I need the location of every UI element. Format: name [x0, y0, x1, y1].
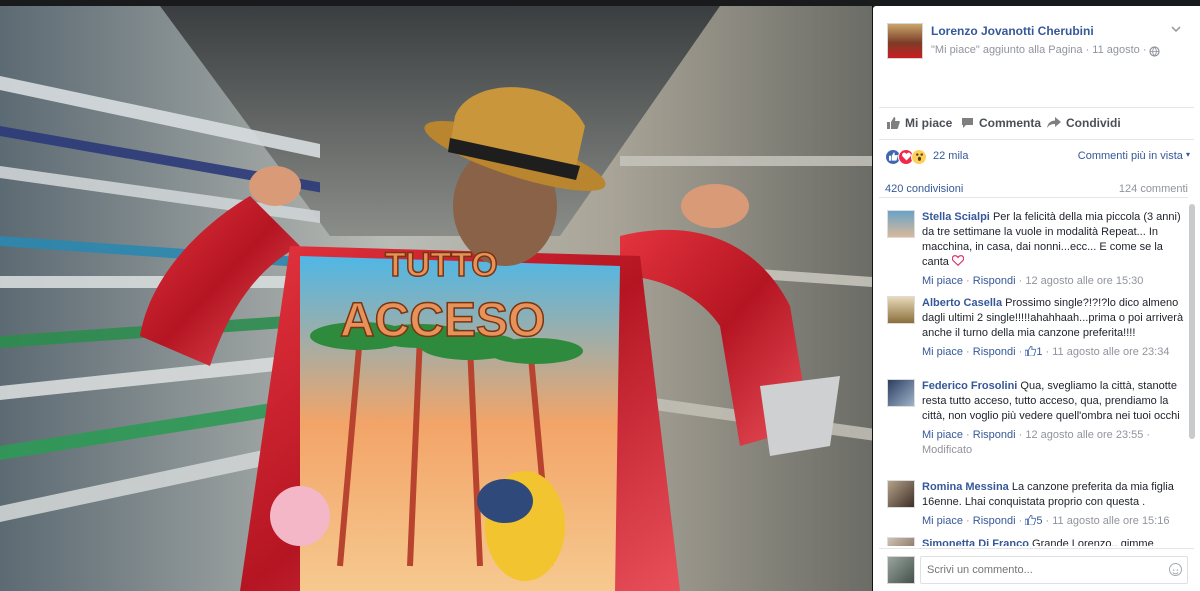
comment-bubble-icon [961, 117, 974, 129]
avatar[interactable] [887, 210, 915, 238]
comment-timestamp[interactable]: 11 agosto alle ore 15:16 [1052, 515, 1169, 527]
photo-viewer: TUTTO ACCESO Lorenzo Jovanotti Cherubini… [0, 0, 1200, 591]
comment-timestamp[interactable]: 11 agosto alle ore 23:34 [1052, 346, 1169, 358]
post-photo[interactable]: TUTTO ACCESO [0, 6, 872, 591]
comment-author[interactable]: Alberto Casella [922, 297, 1002, 309]
jacket-text-top: TUTTO [385, 246, 498, 284]
comment-likes-count: 1 [1036, 346, 1043, 358]
comment-timestamp[interactable]: 12 agosto alle ore 15:30 [1025, 275, 1143, 287]
caret-down-icon: ▾ [1185, 150, 1190, 159]
chevron-down-icon[interactable] [1171, 24, 1181, 36]
comment-edited-label[interactable]: Modificato [922, 443, 1184, 458]
avatar[interactable] [887, 296, 915, 324]
share-label: Condividi [1066, 116, 1121, 130]
comment-likes-count: 5 [1036, 515, 1043, 527]
comment-meta: Mi piace · Rispondi · 1 · 11 agosto alle… [922, 345, 1170, 358]
reactions-count[interactable]: 22 mila [933, 150, 968, 162]
photo-illustration: TUTTO ACCESO [0, 6, 872, 591]
reaction-icons[interactable] [885, 149, 927, 165]
emoji-icon[interactable] [1169, 563, 1182, 576]
page-avatar[interactable] [887, 23, 923, 59]
thumbs-up-icon [887, 117, 900, 129]
post-subtitle: "Mi piace" aggiunto alla Pagina · 11 ago… [931, 44, 1147, 56]
page-name-link[interactable]: Lorenzo Jovanotti Cherubini [931, 24, 1094, 38]
share-arrow-icon [1047, 117, 1061, 129]
like-button[interactable]: Mi piace [887, 116, 952, 130]
comment-author[interactable]: Simonetta Di Franco [922, 538, 1029, 546]
comment-timestamp[interactable]: 12 agosto alle ore 23:55 · [1025, 429, 1150, 441]
comment-likes[interactable]: 5 [1025, 514, 1043, 527]
comment-author[interactable]: Romina Messina [922, 481, 1009, 493]
comment-meta: Mi piace · Rispondi · 12 agosto alle ore… [922, 428, 1184, 458]
comment-text: Grande Lorenzo.. gimme [1032, 538, 1154, 546]
comment-meta: Mi piace · Rispondi · 12 agosto alle ore… [922, 275, 1144, 287]
post-counts: 420 condivisioni 124 commenti [879, 176, 1188, 198]
reactions-row: 22 mila Commenti più in vista ▾ [879, 140, 1194, 174]
post-actions: Mi piace Commenta Condividi [879, 108, 1194, 140]
wow-reaction-icon [911, 149, 927, 165]
comment-like-link[interactable]: Mi piace [922, 429, 963, 441]
thumbs-up-icon [1025, 514, 1037, 526]
share-button[interactable]: Condividi [1047, 116, 1121, 130]
shares-count-link[interactable]: 420 condivisioni [885, 183, 963, 195]
avatar[interactable] [887, 379, 915, 407]
jacket-text-bottom: ACCESO [340, 294, 545, 347]
like-label: Mi piace [905, 116, 953, 130]
heart-icon [951, 255, 965, 268]
comment-button[interactable]: Commenta [961, 116, 1041, 130]
comments-scrollbar[interactable] [1189, 204, 1195, 439]
post-sidebar: Lorenzo Jovanotti Cherubini "Mi piace" a… [873, 6, 1200, 591]
comment-likes[interactable]: 1 [1025, 345, 1043, 358]
comment-label: Commenta [979, 116, 1042, 130]
comment-meta: Mi piace · Rispondi · 5 · 11 agosto alle… [922, 514, 1170, 527]
sort-label: Commenti più in vista [1077, 150, 1183, 162]
comment-reply-link[interactable]: Rispondi [973, 515, 1016, 527]
comment-like-link[interactable]: Mi piace [922, 275, 963, 287]
comments-count: 124 commenti [1118, 183, 1188, 195]
avatar[interactable] [887, 480, 915, 508]
comment-author[interactable]: Federico Frosolini [922, 380, 1017, 392]
globe-icon[interactable] [1149, 46, 1160, 60]
comments-list: Stella Scialpi Per la felicità della mia… [879, 204, 1188, 546]
thumbs-up-icon [1025, 345, 1037, 357]
avatar[interactable] [887, 537, 915, 546]
current-user-avatar [887, 556, 915, 584]
comment-like-link[interactable]: Mi piace [922, 515, 963, 527]
comments-sort-dropdown[interactable]: Commenti più in vista ▾ [1078, 150, 1190, 162]
comment-input[interactable] [920, 556, 1188, 584]
comment-composer [879, 548, 1194, 591]
comment-author[interactable]: Stella Scialpi [922, 211, 990, 223]
comment-reply-link[interactable]: Rispondi [973, 429, 1016, 441]
comment-reply-link[interactable]: Rispondi [973, 275, 1016, 287]
post-header: Lorenzo Jovanotti Cherubini "Mi piace" a… [879, 6, 1194, 108]
comment-reply-link[interactable]: Rispondi [973, 346, 1016, 358]
comment-like-link[interactable]: Mi piace [922, 346, 963, 358]
